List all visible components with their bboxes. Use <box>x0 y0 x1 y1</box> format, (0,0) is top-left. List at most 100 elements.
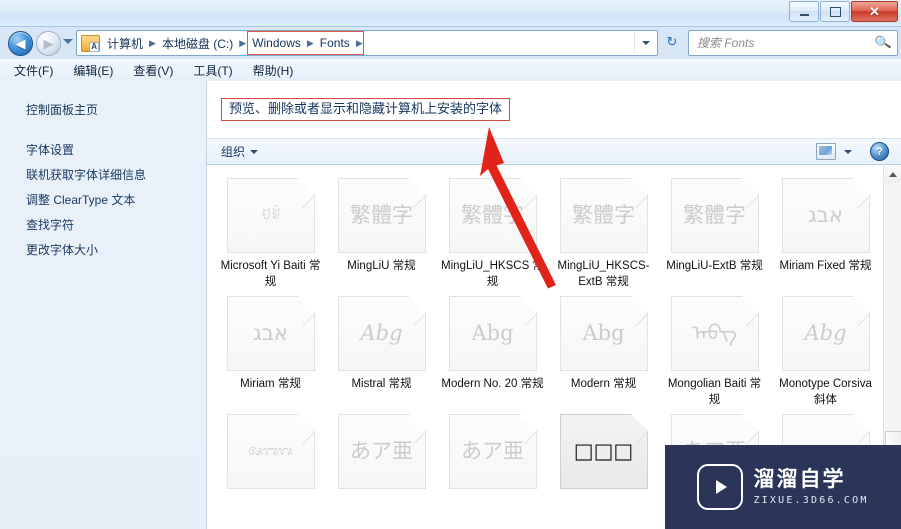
font-preview-glyphs: אבג <box>808 203 843 227</box>
close-button[interactable]: ✕ <box>851 1 898 22</box>
search-box[interactable]: 🔍 <box>688 30 898 56</box>
search-icon: 🔍 <box>873 33 893 52</box>
fonts-explorer-window: ✕ ◀ ▶ 计算机 ▶ 本地磁盘 (C:) ▶ Windows ▶ Fonts … <box>0 0 901 529</box>
watermark-overlay: 溜溜自学 ZIXUE.3D66.COM <box>665 445 901 529</box>
font-item[interactable]: Abg Modern 常规 <box>548 290 659 408</box>
page-corner-icon <box>519 414 537 432</box>
font-item[interactable]: Abg Mistral 常规 <box>326 290 437 408</box>
window-controls: ✕ <box>789 1 898 22</box>
font-name-label: Modern No. 20 常规 <box>441 378 544 391</box>
font-preview-glyphs: Abg <box>360 321 403 346</box>
refresh-button[interactable]: ↻ <box>660 30 684 54</box>
breadcrumb-computer[interactable]: 计算机 <box>102 33 148 53</box>
page-corner-line <box>745 313 759 327</box>
minimize-icon <box>799 14 809 16</box>
minimize-button[interactable] <box>789 1 819 22</box>
font-preview-glyphs: あア亜 <box>461 439 524 464</box>
font-item[interactable]: 繁體字 MingLiU_HKSCS-ExtB 常规 <box>548 172 659 290</box>
address-bar[interactable]: 计算机 ▶ 本地磁盘 (C:) ▶ Windows ▶ Fonts ▶ <box>76 30 658 56</box>
font-item[interactable]: ᬅᬩᬕ <box>215 408 326 495</box>
font-tile: ᠠᠪᠭ <box>670 296 759 372</box>
menu-edit[interactable]: 编辑(E) <box>73 62 113 79</box>
font-preview-glyphs: あア亜 <box>350 439 413 464</box>
address-dropdown-button[interactable] <box>634 32 657 54</box>
font-tile: Abg <box>781 296 870 372</box>
recent-pages-chevron-down-icon[interactable] <box>63 39 73 44</box>
font-item[interactable]: אבג Miriam 常规 <box>215 290 326 408</box>
page-corner-line <box>634 313 648 327</box>
forward-arrow-icon: ▶ <box>43 36 54 51</box>
maximize-icon <box>829 6 841 17</box>
organize-button[interactable]: 组织 <box>215 141 264 162</box>
page-corner-icon <box>408 178 426 195</box>
page-corner-line <box>523 431 537 445</box>
font-name-label: Mongolian Baiti 常规 <box>667 378 762 406</box>
page-corner-line <box>856 431 870 445</box>
font-item[interactable]: ᠠᠪᠭ Mongolian Baiti 常规 <box>659 290 770 408</box>
scroll-up-button[interactable] <box>884 166 901 183</box>
font-preview-glyphs: □□□ <box>573 439 634 464</box>
font-tile: ꀀꀁ <box>226 178 315 253</box>
folder-icon <box>81 34 100 52</box>
item-row: אבג Miriam 常规 Abg Mistral 常规 Abg Modern … <box>215 290 884 408</box>
page-corner-line <box>634 195 648 209</box>
font-preview-glyphs: 繁體字 <box>683 203 746 227</box>
sidebar-item-control-panel-home[interactable]: 控制面板主页 <box>0 97 206 122</box>
menu-bar: 文件(F) 编辑(E) 查看(V) 工具(T) 帮助(H) <box>0 59 901 82</box>
menu-tools[interactable]: 工具(T) <box>193 62 232 79</box>
font-item[interactable]: あア亜 <box>326 408 437 495</box>
forward-button[interactable]: ▶ <box>36 31 61 56</box>
font-tile: あア亜 <box>448 414 537 490</box>
search-input[interactable] <box>695 32 873 54</box>
breadcrumb-fonts[interactable]: Fonts <box>315 33 355 53</box>
page-corner-line <box>412 313 426 327</box>
font-item[interactable]: אבג Miriam Fixed 常规 <box>770 172 881 290</box>
font-item[interactable]: 繁體字 MingLiU-ExtB 常规 <box>659 172 770 290</box>
breadcrumb-windows[interactable]: Windows <box>247 33 306 53</box>
font-name-label: Monotype Corsiva 斜体 <box>779 378 872 406</box>
chevron-down-icon[interactable] <box>844 149 852 154</box>
page-corner-icon <box>630 178 648 195</box>
sidebar-item-find-character[interactable]: 查找字符 <box>0 213 206 238</box>
menu-view[interactable]: 查看(V) <box>133 62 173 79</box>
navigation-pane: 控制面板主页 字体设置 联机获取字体详细信息 调整 ClearType 文本 查… <box>0 81 207 529</box>
page-corner-line <box>523 313 537 327</box>
chevron-down-icon <box>250 149 259 154</box>
font-item[interactable]: Abg Modern No. 20 常规 <box>437 290 548 408</box>
page-corner-icon <box>519 296 537 314</box>
maximize-button[interactable] <box>820 1 850 22</box>
help-button[interactable]: ? <box>870 142 889 161</box>
font-tile: ᬅᬩᬕ <box>226 414 315 490</box>
page-corner-line <box>745 431 759 445</box>
item-row: ꀀꀁ Microsoft Yi Baiti 常规 繁體字 MingLiU 常规 <box>215 172 884 290</box>
page-corner-icon <box>852 414 870 432</box>
organize-label: 组织 <box>221 145 246 159</box>
close-icon: ✕ <box>869 4 880 19</box>
page-corner-icon <box>519 178 537 195</box>
chevron-up-icon <box>888 172 897 177</box>
page-corner-icon <box>741 178 759 195</box>
sidebar-item-adjust-cleartype[interactable]: 调整 ClearType 文本 <box>0 188 206 213</box>
page-corner-line <box>634 431 648 445</box>
breadcrumb-local-disk[interactable]: 本地磁盘 (C:) <box>157 33 238 53</box>
font-item[interactable]: Abg Monotype Corsiva 斜体 <box>770 290 881 408</box>
page-corner-icon <box>297 296 315 314</box>
font-item[interactable]: 繁體字 MingLiU 常规 <box>326 172 437 290</box>
font-preview-glyphs: 繁體字 <box>461 203 524 227</box>
font-item[interactable]: □□□ <box>548 408 659 495</box>
sidebar-item-font-settings[interactable]: 字体设置 <box>0 138 206 163</box>
menu-help[interactable]: 帮助(H) <box>253 62 294 79</box>
font-item[interactable]: 繁體字 MingLiU_HKSCS 常规 <box>437 172 548 290</box>
back-button[interactable]: ◀ <box>8 31 33 56</box>
font-item[interactable]: あア亜 <box>437 408 548 495</box>
watermark-title: 溜溜自学 <box>753 468 846 492</box>
watermark-subtitle: ZIXUE.3D66.COM <box>753 494 869 506</box>
page-corner-line <box>412 195 426 209</box>
font-item[interactable]: ꀀꀁ Microsoft Yi Baiti 常规 <box>215 172 326 290</box>
view-options-icon[interactable] <box>816 143 836 160</box>
sidebar-item-change-font-size[interactable]: 更改字体大小 <box>0 238 206 263</box>
menu-file[interactable]: 文件(F) <box>14 62 53 79</box>
sidebar-item-online-font-details[interactable]: 联机获取字体详细信息 <box>0 163 206 188</box>
font-name-label: Microsoft Yi Baiti 常规 <box>220 260 321 288</box>
font-name-label: MingLiU-ExtB 常规 <box>666 260 763 272</box>
